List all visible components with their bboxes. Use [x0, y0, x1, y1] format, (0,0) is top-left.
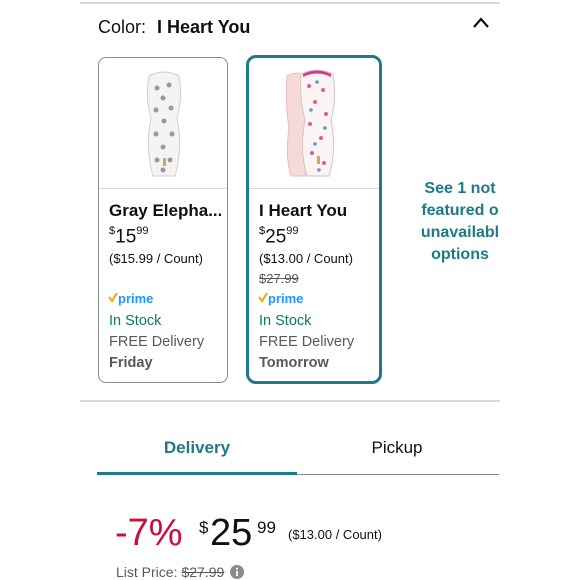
variant-card-i-heart-you[interactable]: I Heart You $2599 ($13.00 / Count) $27.9…: [246, 55, 382, 384]
see-more-line: unavailabl: [420, 224, 500, 241]
svg-text:prime: prime: [268, 291, 303, 306]
color-selector-header[interactable]: Color: I Heart You: [98, 17, 250, 38]
buy-box-price-per-count: ($13.00 / Count): [288, 527, 382, 542]
see-more-line: featured o: [421, 202, 499, 219]
variant-price-per-count: ($15.99 / Count): [109, 251, 203, 266]
variant-card-gray-elephant[interactable]: Gray Elepha... $1599 ($15.99 / Count) pr…: [98, 57, 228, 383]
variant-price: $1599: [109, 225, 149, 248]
product-image: [249, 58, 379, 189]
prime-badge: prime: [108, 291, 153, 306]
section-divider: [80, 400, 500, 402]
product-image: [99, 58, 227, 189]
see-more-line: See 1 not: [424, 180, 496, 197]
delivery-day: Tomorrow: [259, 355, 329, 371]
see-unavailable-options-link[interactable]: See 1 not featured o unavailabl options: [410, 178, 510, 266]
delivery-label: FREE Delivery: [109, 334, 205, 350]
variant-price-per-count: ($13.00 / Count): [259, 251, 353, 266]
variant-list-price: $27.99: [259, 271, 299, 286]
top-divider: [80, 2, 500, 4]
variant-name: Gray Elepha...: [109, 201, 221, 220]
variant-price: $2599: [259, 225, 299, 248]
prime-badge: prime: [258, 291, 303, 306]
tab-pickup[interactable]: Pickup: [297, 438, 497, 458]
active-tab-indicator: [97, 472, 297, 475]
stock-status: In Stock: [109, 313, 162, 329]
chevron-up-icon[interactable]: [472, 14, 490, 32]
variant-name: I Heart You: [259, 201, 348, 220]
selected-color: I Heart You: [157, 17, 251, 37]
list-price: List Price: $27.99: [116, 564, 225, 580]
color-label: Color:: [98, 17, 147, 37]
stock-status: In Stock: [259, 313, 312, 329]
discount-percentage: -7%: [115, 512, 183, 554]
delivery-day: Friday: [109, 355, 153, 371]
delivery-label: FREE Delivery: [259, 334, 355, 350]
see-more-line: options: [431, 246, 489, 263]
info-icon[interactable]: [230, 565, 244, 579]
tab-delivery[interactable]: Delivery: [97, 438, 297, 458]
svg-text:prime: prime: [118, 291, 153, 306]
